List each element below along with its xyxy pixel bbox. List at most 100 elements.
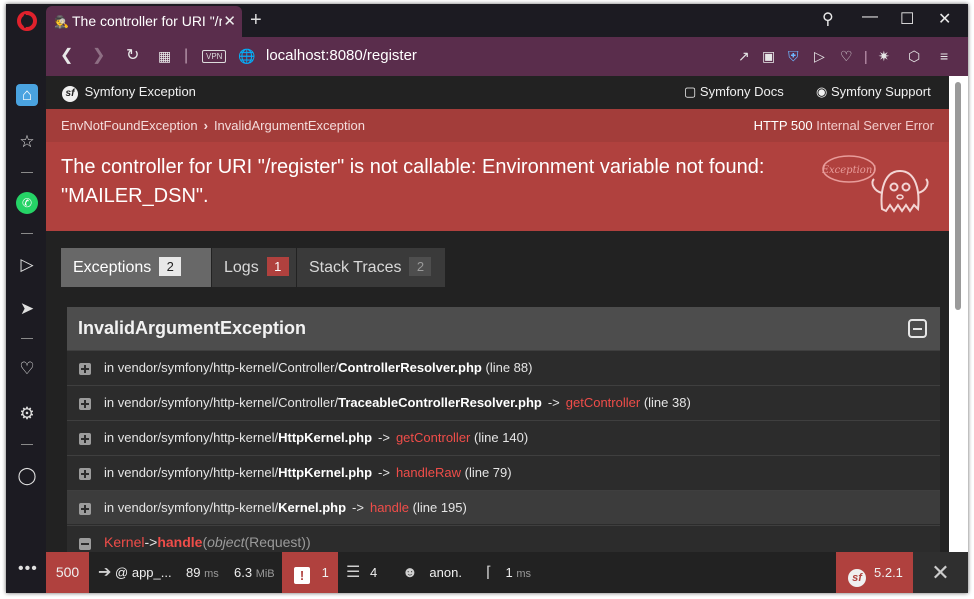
browser-window: 🕵 The controller for URI "/r ✕ + ⚲ — ☐ ✕ … <box>6 4 968 593</box>
globe-icon: 🌐 <box>238 48 256 64</box>
http-status-text: Internal Server Error <box>816 118 934 133</box>
lifebuoy-icon: ◉ <box>816 84 828 99</box>
arrow-right-icon: ➔ <box>98 564 112 581</box>
symfony-docs-link[interactable]: ▢ Symfony Docs <box>684 84 784 100</box>
lightbulb-icon[interactable]: ◯ <box>16 465 38 487</box>
sidebar-divider <box>21 233 33 234</box>
security-user[interactable]: ☻ anon. <box>402 552 462 593</box>
trace-function: handleRaw <box>395 465 461 480</box>
trace-line-expanded[interactable]: Kernel->handle(object(Request)) <box>67 525 940 552</box>
twig-layers[interactable]: ☰ 4 <box>346 552 377 593</box>
trace-line[interactable]: in vendor/symfony/http-kernel/HttpKernel… <box>67 420 940 454</box>
trace-class-name: Kernel <box>104 534 145 550</box>
trace-function: handle <box>157 534 203 550</box>
ajax-unit: ms <box>516 568 532 580</box>
collapse-icon[interactable] <box>79 538 91 550</box>
trace-function: getController <box>565 395 641 410</box>
separator: | <box>184 47 189 64</box>
expand-icon[interactable] <box>79 433 91 445</box>
symfony-version[interactable]: sf 5.2.1 <box>836 552 913 593</box>
camera-icon[interactable]: ▣ <box>762 47 775 65</box>
trace-args-close: ) <box>305 534 311 550</box>
search-tabs-icon[interactable]: ⚲ <box>822 10 834 30</box>
request-time[interactable]: 89 ms <box>186 552 219 593</box>
close-window-icon[interactable]: ✕ <box>938 10 951 30</box>
close-tab-icon[interactable]: ✕ <box>223 6 236 37</box>
maximize-icon[interactable]: ☐ <box>900 10 914 30</box>
address-bar: ❮ ❯ ↻ ▦ | VPN 🌐 localhost:8080/register … <box>46 37 968 76</box>
trace-line[interactable]: in vendor/symfony/http-kernel/HttpKernel… <box>67 455 940 489</box>
more-icon[interactable]: ••• <box>18 560 38 578</box>
symfony-support-link[interactable]: ◉ Symfony Support <box>816 84 931 100</box>
trace-header[interactable]: InvalidArgumentException <box>67 307 940 350</box>
request-route[interactable]: ➔ @ app_... <box>98 552 172 593</box>
vpn-badge[interactable]: VPN <box>202 50 227 63</box>
exception-class: InvalidArgumentException <box>78 318 307 338</box>
count-badge: 1 <box>266 257 289 276</box>
trace-path: in vendor/symfony/http-kernel/Controller… <box>104 395 339 410</box>
send-icon[interactable]: ➤ <box>16 298 38 320</box>
tab-title: The controller for URI "/r <box>72 13 222 29</box>
ajax-value: 1 <box>505 565 513 580</box>
memory-usage[interactable]: 6.3 MiB <box>234 552 275 593</box>
player-icon[interactable]: ▷ <box>16 254 38 276</box>
trace-panel: InvalidArgumentException in vendor/symfo… <box>67 307 940 552</box>
scrollbar-thumb[interactable] <box>955 82 961 310</box>
forward-icon[interactable]: ❯ <box>92 46 105 66</box>
trace-line-number: (line 140) <box>474 430 529 445</box>
tab-label: Stack Traces <box>309 259 402 276</box>
minimize-icon[interactable]: — <box>862 7 878 27</box>
opera-logo-icon[interactable] <box>17 11 37 31</box>
breadcrumb-item[interactable]: EnvNotFoundException <box>61 118 198 133</box>
heart-icon[interactable]: ♡ <box>840 47 853 65</box>
shield-icon[interactable]: ⛨ <box>788 47 799 65</box>
trace-line-number: (line 88) <box>485 360 533 375</box>
settings-sliders-icon[interactable]: ≡ <box>940 47 948 65</box>
heart-icon[interactable]: ♡ <box>16 358 38 380</box>
expand-icon[interactable] <box>79 468 91 480</box>
share-icon[interactable]: ↗ <box>738 47 750 65</box>
exception-ghost-icon: Exception! <box>822 155 929 213</box>
scrollbar[interactable] <box>949 76 968 552</box>
status-code-badge[interactable]: 500 <box>46 552 89 593</box>
page-viewport: sf Symfony Exception ▢ Symfony Docs ◉ Sy… <box>46 76 949 552</box>
ajax-requests[interactable]: ⌈ 1 ms <box>486 552 531 593</box>
tab-exceptions[interactable]: Exceptions 2 <box>61 248 211 287</box>
home-icon[interactable]: ⌂ <box>16 84 38 106</box>
new-tab-icon[interactable]: + <box>250 9 262 31</box>
expand-icon[interactable] <box>79 363 91 375</box>
reload-icon[interactable]: ↻ <box>126 46 139 66</box>
send-icon[interactable]: ▷ <box>814 47 825 65</box>
collapse-icon[interactable] <box>908 319 927 338</box>
box-icon[interactable]: ⬡ <box>908 47 920 65</box>
layers-icon: ☰ <box>346 564 361 581</box>
trace-file: ControllerResolver.php <box>338 360 482 375</box>
breadcrumb-item[interactable]: InvalidArgumentException <box>214 118 365 133</box>
trace-line[interactable]: in vendor/symfony/http-kernel/Controller… <box>67 385 940 419</box>
errors-badge[interactable]: ! 1 <box>282 552 338 593</box>
incognito-icon: 🕵 <box>54 15 69 29</box>
whatsapp-icon[interactable]: ✆ <box>16 192 38 214</box>
gear-icon[interactable]: ⚙ <box>16 403 38 425</box>
close-toolbar-icon[interactable]: ✕ <box>913 552 968 593</box>
expand-icon[interactable] <box>79 398 91 410</box>
trace-arg-class: (Request) <box>244 534 306 550</box>
count-badge: 2 <box>409 257 432 276</box>
tab-logs[interactable]: Logs 1 <box>212 248 296 287</box>
expand-icon[interactable] <box>79 503 91 515</box>
symfony-header: sf Symfony Exception ▢ Symfony Docs ◉ Sy… <box>46 76 949 109</box>
trace-file: HttpKernel.php <box>278 430 373 445</box>
tab-label: Exceptions <box>73 259 152 276</box>
extensions-icon[interactable]: ✷ <box>878 47 890 65</box>
trace-function: getController <box>395 430 471 445</box>
url-field[interactable]: localhost:8080/register <box>266 47 417 64</box>
trace-file: TraceableControllerResolver.php <box>338 395 542 410</box>
speed-dial-icon[interactable]: ▦ <box>158 46 171 66</box>
trace-line[interactable]: in vendor/symfony/http-kernel/Controller… <box>67 350 940 384</box>
browser-tab[interactable]: 🕵 The controller for URI "/r ✕ <box>46 6 242 37</box>
back-icon[interactable]: ❮ <box>60 46 73 66</box>
tab-stack-traces[interactable]: Stack Traces 2 <box>297 248 445 287</box>
trace-line[interactable]: in vendor/symfony/http-kernel/Kernel.php… <box>67 490 940 524</box>
trace-arrow: -> <box>352 500 364 515</box>
bookmark-icon[interactable]: ☆ <box>16 131 38 153</box>
